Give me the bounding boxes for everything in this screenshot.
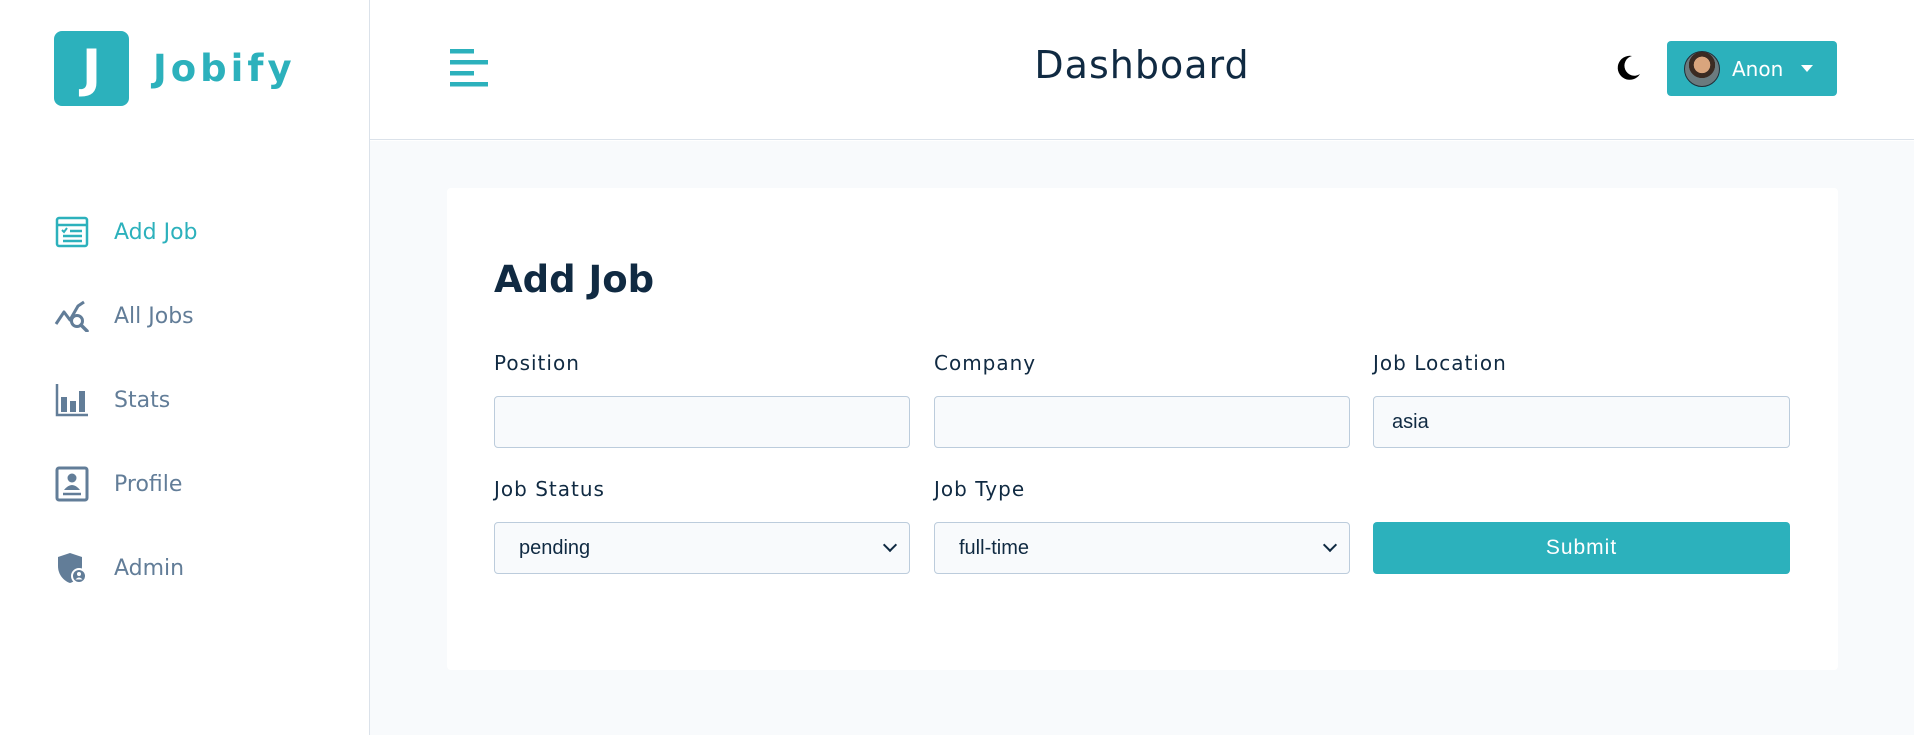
- sidebar-item-admin[interactable]: Admin: [0, 526, 369, 610]
- stats-icon: [54, 382, 90, 418]
- company-input[interactable]: [934, 396, 1350, 448]
- position-label: Position: [494, 351, 580, 375]
- main-content: Add Job Position Company Job Location as…: [370, 141, 1914, 735]
- sidebar-item-profile[interactable]: Profile: [0, 442, 369, 526]
- user-name: Anon: [1732, 56, 1784, 81]
- menu-toggle-icon: [450, 49, 488, 87]
- sidebar-item-add-job[interactable]: Add Job: [0, 190, 369, 274]
- avatar: [1684, 50, 1720, 87]
- sidebar-nav: Add Job All Jobs Stats Profile Admin: [0, 190, 369, 610]
- chevron-down-icon: [1322, 537, 1338, 553]
- caret-down-icon: [1801, 65, 1814, 72]
- position-input[interactable]: [494, 396, 910, 448]
- sidebar-item-label: Stats: [114, 387, 171, 413]
- chevron-down-icon: [882, 537, 898, 553]
- logo[interactable]: J Jobify: [54, 31, 296, 106]
- top-navbar: Dashboard Anon: [370, 0, 1914, 140]
- logo-mark: J: [54, 31, 129, 106]
- job-type-select[interactable]: full-time: [934, 522, 1350, 574]
- theme-toggle-button[interactable]: [1612, 52, 1644, 84]
- job-location-input[interactable]: asia: [1373, 396, 1790, 448]
- sidebar-item-label: All Jobs: [114, 303, 194, 329]
- all-jobs-icon: [54, 298, 90, 334]
- sidebar-item-stats[interactable]: Stats: [0, 358, 369, 442]
- job-type-label: Job Type: [934, 477, 1026, 501]
- logo-text: Jobify: [153, 47, 296, 90]
- company-label: Company: [934, 351, 1037, 375]
- user-menu-button[interactable]: Anon: [1667, 41, 1837, 96]
- sidebar: J Jobify Add Job All Jobs Stats Profile …: [0, 0, 370, 735]
- job-location-label: Job Location: [1373, 351, 1507, 375]
- profile-icon: [54, 466, 90, 502]
- sidebar-item-label: Profile: [114, 471, 183, 497]
- menu-toggle-button[interactable]: [450, 47, 490, 89]
- sidebar-item-label: Add Job: [114, 219, 198, 245]
- job-type-value: full-time: [959, 536, 1030, 559]
- admin-icon: [54, 550, 90, 586]
- add-job-form: Add Job Position Company Job Location as…: [447, 188, 1838, 670]
- moon-icon: [1617, 55, 1640, 80]
- sidebar-item-all-jobs[interactable]: All Jobs: [0, 274, 369, 358]
- form-title: Add Job: [494, 258, 655, 301]
- job-status-label: Job Status: [494, 477, 605, 501]
- submit-button[interactable]: Submit: [1373, 522, 1790, 574]
- job-status-select[interactable]: pending: [494, 522, 910, 574]
- add-job-icon: [54, 214, 90, 250]
- job-status-value: pending: [519, 536, 591, 559]
- sidebar-item-label: Admin: [114, 555, 185, 581]
